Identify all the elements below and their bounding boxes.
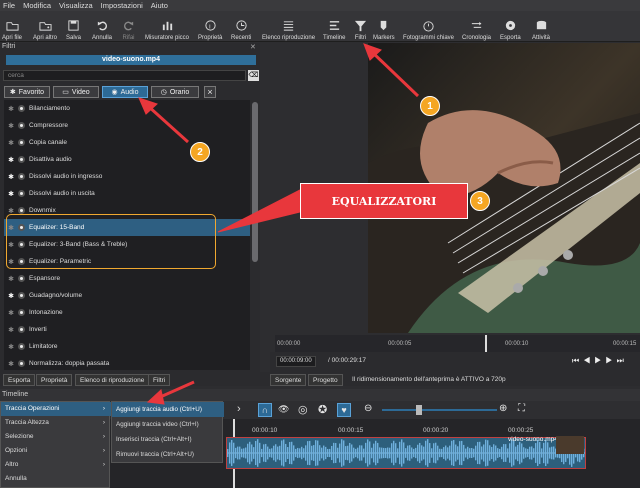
annotation-arrows — [138, 43, 420, 405]
step-badge-2: 2 — [190, 142, 210, 162]
equalizzatori-callout: EQUALIZZATORI — [300, 183, 468, 219]
step-badge-1: 1 — [420, 96, 440, 116]
step-badge-3: 3 — [470, 191, 490, 211]
